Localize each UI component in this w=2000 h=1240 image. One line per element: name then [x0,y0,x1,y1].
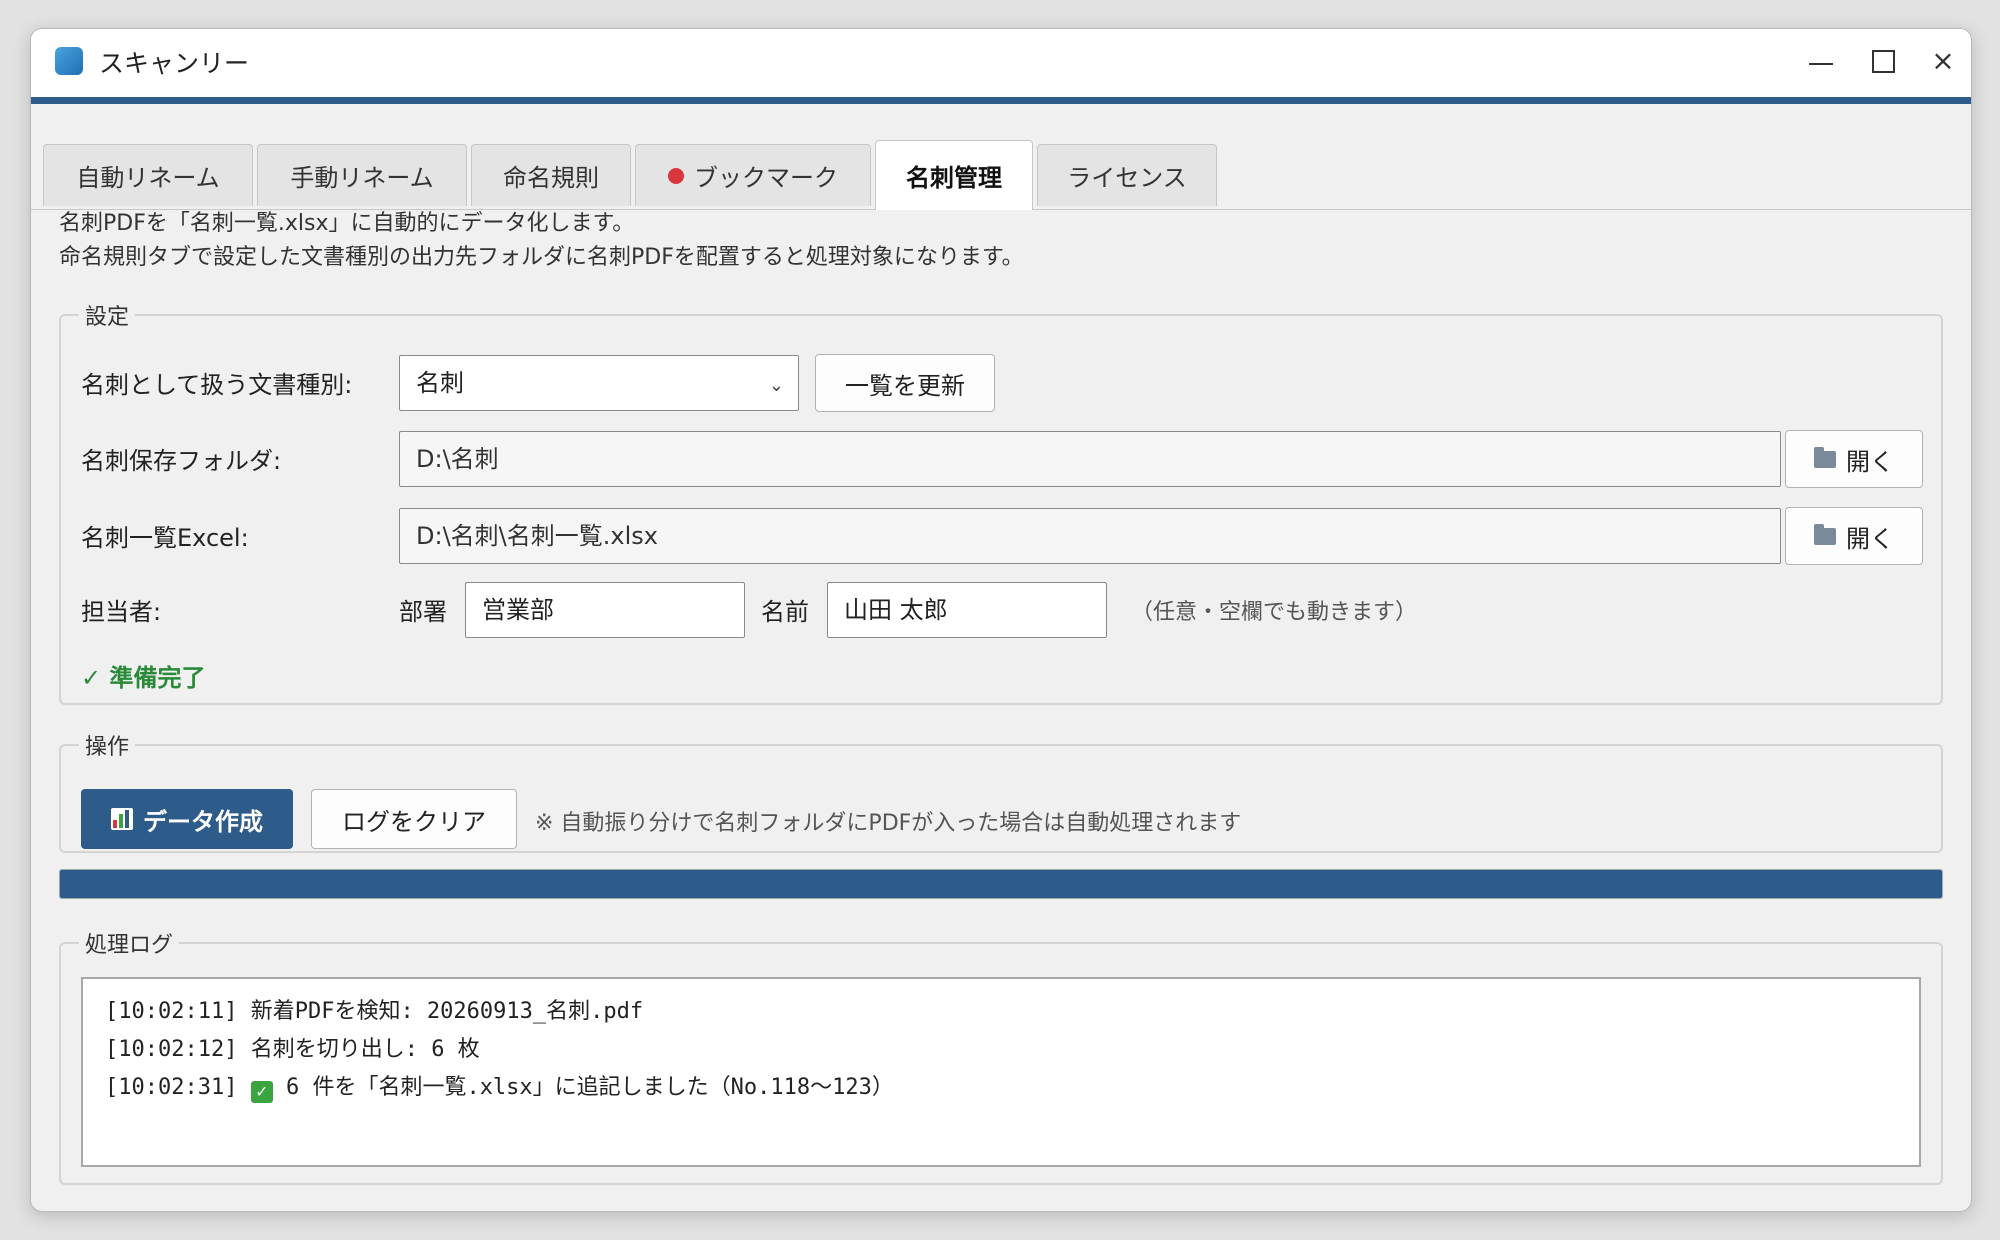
operations-legend: 操作 [85,735,130,760]
folder-label: 名刺保存フォルダ: [81,447,282,475]
open-excel-button[interactable]: 開く [1785,507,1923,565]
folder-icon [1814,523,1836,545]
close-icon: × [1931,44,1955,77]
log-output[interactable]: [10:02:11] 新着PDFを検知: 20260913_名刺.pdf [10… [81,977,1921,1167]
tab-license[interactable]: ライセンス [1037,144,1217,206]
log-line: [10:02:12] 名刺を切り出し: 6 枚 [105,1031,1897,1069]
create-data-button[interactable]: データ作成 [81,789,293,849]
tab-label: ライセンス [1067,164,1187,192]
title-bar: スキャンリー × [31,29,1971,104]
app-window: スキャンリー × 自動リネーム 手動リネーム 命名規則 ブックマーク 名刺管理 … [30,28,1972,1212]
dept-input[interactable]: 営業部 [465,582,745,638]
tab-business-cards[interactable]: 名刺管理 [875,140,1033,210]
app-icon [55,47,83,75]
folder-field[interactable]: D:\名刺 [399,431,1781,487]
minimize-button[interactable] [1791,39,1851,83]
description-line-1: 名刺PDFを「名刺一覧.xlsx」に自動的にデータ化します。 [59,211,635,236]
log-line: [10:02:31] ✓ 6 件を「名刺一覧.xlsx」に追記しました（No.1… [105,1069,1897,1107]
chevron-down-icon: ⌄ [768,375,784,396]
tab-auto-rename[interactable]: 自動リネーム [43,144,253,206]
auto-process-note: ※ 自動振り分けで名刺フォルダにPDFが入った場合は自動処理されます [535,811,1242,836]
refresh-list-button[interactable]: 一覧を更新 [815,354,995,412]
tab-naming-rules[interactable]: 命名規則 [471,144,631,206]
tab-label: 自動リネーム [76,164,220,192]
log-time: [10:02:31] [105,1075,238,1100]
dept-label: 部署 [399,598,447,626]
progress-fill [60,870,1942,898]
log-line: [10:02:11] 新着PDFを検知: 20260913_名刺.pdf [105,993,1897,1031]
description-line-2: 命名規則タブで設定した文書種別の出力先フォルダに名刺PDFを配置すると処理対象に… [59,245,1024,270]
bar-chart-icon [111,808,133,830]
open-label: 開く [1846,524,1894,553]
status-ready: ✓ 準備完了 [81,664,206,692]
close-button[interactable]: × [1913,39,1971,83]
tab-bar: 自動リネーム 手動リネーム 命名規則 ブックマーク 名刺管理 ライセンス [31,104,1971,210]
name-label: 名前 [761,598,809,626]
open-folder-button[interactable]: 開く [1785,430,1923,488]
excel-label: 名刺一覧Excel: [81,524,249,552]
bookmark-dot-icon [668,167,684,184]
log-text: 名刺を切り出し: 6 枚 [250,1037,480,1062]
description: 名刺PDFを「名刺一覧.xlsx」に自動的にデータ化します。 命名規則タブで設定… [59,207,1024,275]
name-input[interactable]: 山田 太郎 [827,582,1107,638]
operations-group: 操作 データ作成 ログをクリア ※ 自動振り分けで名刺フォルダにPDFが入った場… [59,729,1943,853]
maximize-icon [1871,49,1895,73]
tab-label: 手動リネーム [290,164,434,192]
check-mark-icon: ✓ [250,1081,273,1103]
log-legend: 処理ログ [85,933,174,958]
maximize-button[interactable] [1853,39,1913,83]
log-time: [10:02:12] [105,1037,238,1062]
tab-manual-rename[interactable]: 手動リネーム [257,144,467,206]
tab-bookmark[interactable]: ブックマーク [635,144,871,206]
create-data-label: データ作成 [143,807,263,836]
log-text: 6 件を「名刺一覧.xlsx」に追記しました（No.118〜123） [285,1075,894,1100]
clear-log-button[interactable]: ログをクリア [311,789,517,849]
window-title: スキャンリー [99,49,250,78]
doc-type-label: 名刺として扱う文書種別: [81,371,353,399]
folder-icon [1814,446,1836,468]
log-time: [10:02:11] [105,999,238,1024]
doc-type-value: 名刺 [416,369,464,397]
log-group: 処理ログ [10:02:11] 新着PDFを検知: 20260913_名刺.pd… [59,927,1943,1185]
minimize-icon [1809,63,1833,65]
tab-label: 名刺管理 [906,164,1002,192]
tab-label: ブックマーク [694,164,838,192]
open-label: 開く [1846,447,1894,476]
excel-field[interactable]: D:\名刺\名刺一覧.xlsx [399,508,1781,564]
doc-type-select[interactable]: 名刺 ⌄ [399,355,799,411]
progress-bar [59,869,1943,899]
settings-legend: 設定 [85,305,130,330]
log-text: 新着PDFを検知: 20260913_名刺.pdf [250,999,644,1024]
owner-hint: （任意・空欄でも動きます） [1131,600,1418,625]
tab-label: 命名規則 [503,164,599,192]
settings-group: 設定 名刺として扱う文書種別: 名刺 ⌄ 一覧を更新 名刺保存フォルダ: D:\… [59,299,1943,705]
owner-label: 担当者: [81,598,162,626]
